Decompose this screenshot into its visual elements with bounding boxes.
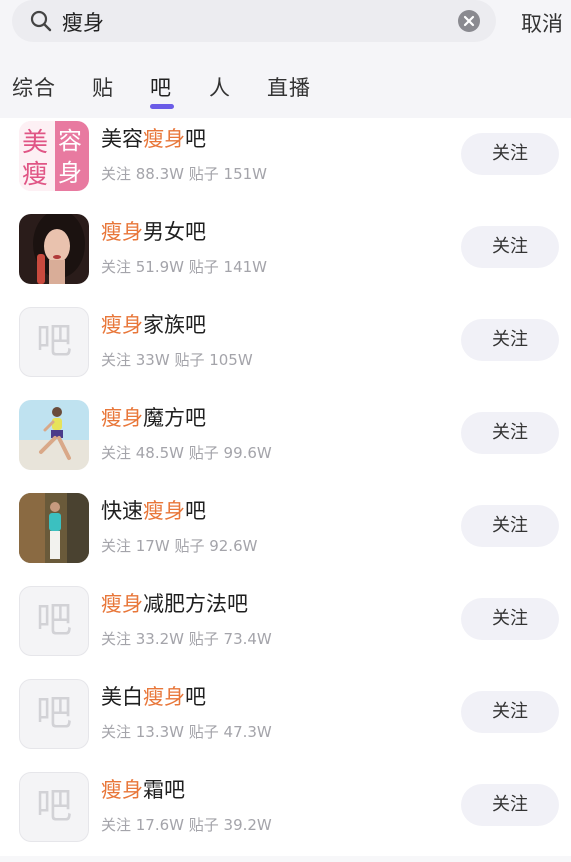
bar-name: 瘦身魔方吧 bbox=[101, 406, 206, 430]
placeholder-bar-icon: 吧 bbox=[35, 786, 72, 827]
search-icon bbox=[30, 10, 52, 32]
logo-char: 瘦 bbox=[22, 160, 48, 190]
list-item[interactable]: 吧 瘦身霜吧 关注 17.6W 贴子 39.2W 关注 bbox=[0, 769, 571, 862]
bar-avatar-portrait-photo bbox=[19, 214, 89, 284]
placeholder-bar-icon: 吧 bbox=[35, 321, 72, 362]
follow-button[interactable]: 关注 bbox=[461, 505, 559, 547]
bar-stats: 关注 13.3W 贴子 47.3W bbox=[101, 723, 272, 741]
cancel-button[interactable]: 取消 bbox=[521, 8, 563, 38]
bar-stats: 关注 17W 贴子 92.6W bbox=[101, 537, 258, 555]
follow-button[interactable]: 关注 bbox=[461, 784, 559, 826]
clear-icon[interactable] bbox=[457, 9, 481, 33]
list-item[interactable]: 瘦身魔方吧 关注 48.5W 贴子 99.6W 关注 bbox=[0, 397, 571, 490]
placeholder-bar-icon: 吧 bbox=[35, 600, 72, 641]
bar-avatar-placeholder: 吧 bbox=[19, 679, 89, 749]
logo-char: 容 bbox=[58, 127, 82, 155]
bar-avatar-standing-photo bbox=[19, 493, 89, 563]
portrait-photo-image bbox=[19, 214, 89, 284]
bar-avatar-runner-photo bbox=[19, 400, 89, 470]
active-tab-indicator bbox=[150, 104, 174, 109]
bar-name: 瘦身霜吧 bbox=[101, 778, 185, 802]
standing-photo-image bbox=[19, 493, 89, 563]
list-item[interactable]: 快速瘦身吧 关注 17W 贴子 92.6W 关注 bbox=[0, 490, 571, 583]
tab-posts[interactable]: 贴 bbox=[92, 72, 114, 102]
bar-name: 美容瘦身吧 bbox=[101, 127, 206, 151]
bar-stats: 关注 33W 贴子 105W bbox=[101, 351, 253, 369]
bar-stats: 关注 33.2W 贴子 73.4W bbox=[101, 630, 272, 648]
search-input[interactable]: 瘦身 bbox=[62, 7, 104, 37]
search-bar[interactable]: 瘦身 bbox=[12, 0, 496, 42]
bar-name: 快速瘦身吧 bbox=[101, 499, 206, 523]
list-item[interactable]: 美 容 瘦 身 美容瘦身吧 关注 88.3W 贴子 151W 关注 bbox=[0, 118, 571, 211]
tab-bars[interactable]: 吧 bbox=[150, 72, 172, 102]
bar-stats: 关注 88.3W 贴子 151W bbox=[101, 165, 267, 183]
tab-all[interactable]: 综合 bbox=[12, 72, 56, 102]
search-header: 瘦身 取消 综合 贴 吧 人 直播 bbox=[0, 0, 571, 118]
bar-stats: 关注 17.6W 贴子 39.2W bbox=[101, 816, 272, 834]
bar-stats: 关注 48.5W 贴子 99.6W bbox=[101, 444, 272, 462]
tab-bar: 综合 贴 吧 人 直播 bbox=[0, 72, 571, 112]
bar-avatar-beauty-logo: 美 容 瘦 身 bbox=[19, 121, 89, 191]
bar-name: 瘦身男女吧 bbox=[101, 220, 206, 244]
follow-button[interactable]: 关注 bbox=[461, 691, 559, 733]
bar-avatar-placeholder: 吧 bbox=[19, 586, 89, 656]
bar-avatar-placeholder: 吧 bbox=[19, 772, 89, 842]
result-list: 美 容 瘦 身 美容瘦身吧 关注 88.3W 贴子 151W 关注 瘦身男女吧 … bbox=[0, 118, 571, 856]
logo-char: 身 bbox=[58, 159, 82, 187]
placeholder-bar-icon: 吧 bbox=[35, 693, 72, 734]
list-item[interactable]: 瘦身男女吧 关注 51.9W 贴子 141W 关注 bbox=[0, 211, 571, 304]
list-item[interactable]: 吧 瘦身家族吧 关注 33W 贴子 105W 关注 bbox=[0, 304, 571, 397]
follow-button[interactable]: 关注 bbox=[461, 412, 559, 454]
tab-live[interactable]: 直播 bbox=[267, 72, 311, 102]
list-item[interactable]: 吧 美白瘦身吧 关注 13.3W 贴子 47.3W 关注 bbox=[0, 676, 571, 769]
bar-name: 瘦身家族吧 bbox=[101, 313, 206, 337]
bar-name: 瘦身减肥方法吧 bbox=[101, 592, 248, 616]
follow-button[interactable]: 关注 bbox=[461, 226, 559, 268]
logo-char: 美 bbox=[22, 128, 48, 158]
bar-avatar-placeholder: 吧 bbox=[19, 307, 89, 377]
follow-button[interactable]: 关注 bbox=[461, 319, 559, 361]
list-item[interactable]: 吧 瘦身减肥方法吧 关注 33.2W 贴子 73.4W 关注 bbox=[0, 583, 571, 676]
runner-photo-image bbox=[19, 400, 89, 470]
bar-name: 美白瘦身吧 bbox=[101, 685, 206, 709]
bar-stats: 关注 51.9W 贴子 141W bbox=[101, 258, 267, 276]
tab-people[interactable]: 人 bbox=[209, 72, 231, 102]
beauty-logo-image: 美 容 瘦 身 bbox=[19, 121, 89, 191]
follow-button[interactable]: 关注 bbox=[461, 598, 559, 640]
follow-button[interactable]: 关注 bbox=[461, 133, 559, 175]
